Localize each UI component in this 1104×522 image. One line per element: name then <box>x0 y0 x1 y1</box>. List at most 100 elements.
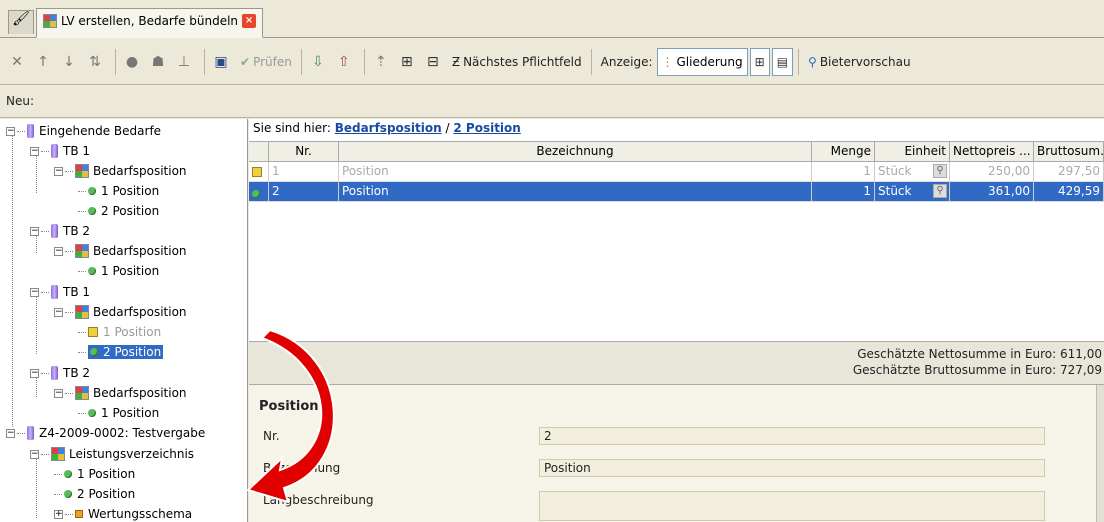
tree-node-label: 1 Position <box>101 184 160 198</box>
tree-selection: 2 Position <box>88 345 164 359</box>
tree-connector <box>65 392 73 394</box>
tree-node[interactable]: 1 Position <box>78 261 159 281</box>
toolbar: ✕ ↑ ↓ ⇅ ● ☗ ⊥ ▣ ✔ Prüfen ⇩ ⇧ ⇡ ⊞ ⊟ Ƶ Nächs… <box>0 39 1104 85</box>
home-tab[interactable]: 🖌 <box>8 10 34 34</box>
export-icon[interactable]: ⇧ <box>333 49 355 75</box>
tree-node-selected[interactable]: 2 Position <box>78 342 164 362</box>
collapse-all-icon[interactable]: ⊟ <box>422 49 444 75</box>
save-icon[interactable]: ▣ <box>210 49 232 75</box>
table-view-button[interactable]: ⊞ <box>749 47 770 76</box>
tree-node-label: Leistungsverzeichnis <box>69 447 195 461</box>
table-row[interactable]: 1 Position 1 Stück ⚲ 250,00 297,50 <box>249 162 1104 182</box>
cylinder-icon <box>51 144 58 158</box>
tree-node[interactable]: − Bedarfsposition <box>54 161 187 181</box>
tree-connector <box>78 351 86 353</box>
magnifier-icon: ⚲ <box>808 54 817 69</box>
collapse-icon[interactable]: − <box>54 307 63 317</box>
tree-node-label: Z4-2009-0002: Testvergabe <box>39 426 206 440</box>
tree-node[interactable]: − TB 2 <box>30 363 90 383</box>
folder-up-icon[interactable]: ⇡ <box>370 49 392 75</box>
tree-node[interactable]: + Wertungsschema <box>54 504 192 522</box>
langbeschreibung-field[interactable] <box>539 491 1045 521</box>
column-header-status[interactable] <box>249 142 269 162</box>
orange-box-icon <box>75 510 83 518</box>
bietervorschau-button[interactable]: ⚲ Bietervorschau <box>804 48 915 76</box>
collapse-icon[interactable]: − <box>54 166 63 176</box>
tree-node[interactable]: 2 Position <box>54 484 135 504</box>
tree-node[interactable]: 1 Position <box>78 403 159 423</box>
breadcrumb-link-bedarfsposition[interactable]: Bedarfsposition <box>335 121 442 135</box>
tree-node[interactable]: − Bedarfsposition <box>54 241 187 261</box>
collapse-icon[interactable]: − <box>30 226 39 236</box>
collapse-icon[interactable]: − <box>30 287 39 297</box>
document-view-button[interactable]: ▤ <box>771 47 794 76</box>
tree-node-label: TB 2 <box>63 366 91 380</box>
collapse-icon[interactable]: − <box>30 146 39 156</box>
table-row-selected[interactable]: 2 Position 1 Stück ⚲ 361,00 429,59 <box>249 182 1104 202</box>
collapse-icon[interactable]: − <box>30 449 39 459</box>
tree-node[interactable]: 1 Position <box>78 322 161 342</box>
tree-node[interactable]: − TB 1 <box>30 141 90 161</box>
expand-icon[interactable]: + <box>54 509 63 519</box>
tree-node[interactable]: − Bedarfsposition <box>54 302 187 322</box>
collapse-icon[interactable]: − <box>30 368 39 378</box>
collapse-icon[interactable]: − <box>54 246 63 256</box>
detail-scrollbar[interactable] <box>1096 385 1104 522</box>
detail-panel: Position Nr. 2 Bezeichnung Position Lang… <box>249 384 1104 522</box>
tree-connector <box>78 270 86 272</box>
expand-all-icon[interactable]: ⊞ <box>396 49 418 75</box>
cell-einheit-value: Stück <box>878 184 912 198</box>
cylinder-icon <box>51 224 58 238</box>
tree-connector <box>41 150 49 152</box>
tree-node[interactable]: − TB 1 <box>30 282 90 302</box>
tree-node[interactable]: 2 Position <box>78 201 159 221</box>
green-dot-icon <box>64 470 72 478</box>
lookup-icon[interactable]: ⚲ <box>933 184 947 198</box>
tree-node[interactable]: − TB 2 <box>30 221 90 241</box>
delete-icon[interactable]: ✕ <box>6 49 28 75</box>
sums-panel: Geschätzte Nettosumme in Euro: 611,00 Ge… <box>249 341 1104 384</box>
toolbar-divider <box>363 48 365 75</box>
tree-node[interactable]: − Z4-2009-0002: Testvergabe <box>6 423 205 443</box>
document-tab[interactable]: LV erstellen, Bedarfe bündeln × <box>36 8 264 38</box>
bezeichnung-field[interactable]: Position <box>539 459 1045 477</box>
column-header-bruttosumme[interactable]: Bruttosum. <box>1034 142 1104 162</box>
cell-bezeichnung: Position <box>339 182 812 202</box>
person-icon[interactable]: ☗ <box>147 49 169 75</box>
import-icon[interactable]: ⇩ <box>307 49 329 75</box>
cell-bezeichnung: Position <box>339 162 812 182</box>
neu-bar: Neu: <box>0 86 1104 118</box>
collapse-icon[interactable]: − <box>6 428 15 438</box>
pruefen-button[interactable]: ✔ Prüfen <box>236 48 296 76</box>
lookup-icon[interactable]: ⚲ <box>933 164 947 178</box>
column-header-einheit[interactable]: Einheit <box>875 142 950 162</box>
move-up-icon[interactable]: ↑ <box>32 49 54 75</box>
collapse-icon[interactable]: − <box>54 388 63 398</box>
column-header-nr[interactable]: Nr. <box>269 142 339 162</box>
tree-node[interactable]: − Bedarfsposition <box>54 383 187 403</box>
move-down-icon[interactable]: ↓ <box>58 49 80 75</box>
column-header-bezeichnung[interactable]: Bezeichnung <box>339 142 812 162</box>
row-status-cell <box>249 182 269 202</box>
hierarchy-icon[interactable]: ⊥ <box>173 49 195 75</box>
bezeichnung-label: Bezeichnung <box>263 461 341 475</box>
tree-node[interactable]: 1 Position <box>54 464 135 484</box>
checkmark-icon: ✔ <box>240 54 251 69</box>
collapse-icon[interactable]: − <box>6 126 15 136</box>
circle-icon[interactable]: ● <box>121 49 143 75</box>
gliederung-toggle[interactable]: ⋮ Gliederung <box>656 47 748 76</box>
tree-node[interactable]: 1 Position <box>78 181 159 201</box>
toolbar-divider <box>798 48 800 75</box>
sort-icon[interactable]: ⇅ <box>84 49 106 75</box>
naechstes-pflichtfeld-button[interactable]: Ƶ Nächstes Pflichtfeld <box>448 48 586 76</box>
nr-field[interactable]: 2 <box>539 427 1045 445</box>
column-header-menge[interactable]: Menge <box>812 142 875 162</box>
tree-node[interactable]: − Eingehende Bedarfe <box>6 121 161 141</box>
breadcrumb-link-position[interactable]: 2 Position <box>453 121 520 135</box>
cell-einheit-value: Stück <box>878 164 912 178</box>
column-header-nettopreis[interactable]: Nettopreis ... <box>950 142 1034 162</box>
toolbar-divider <box>300 48 302 75</box>
tree-node[interactable]: − Leistungsverzeichnis <box>30 444 194 464</box>
table-icon: ⊞ <box>754 54 765 69</box>
close-icon[interactable]: × <box>242 14 257 28</box>
